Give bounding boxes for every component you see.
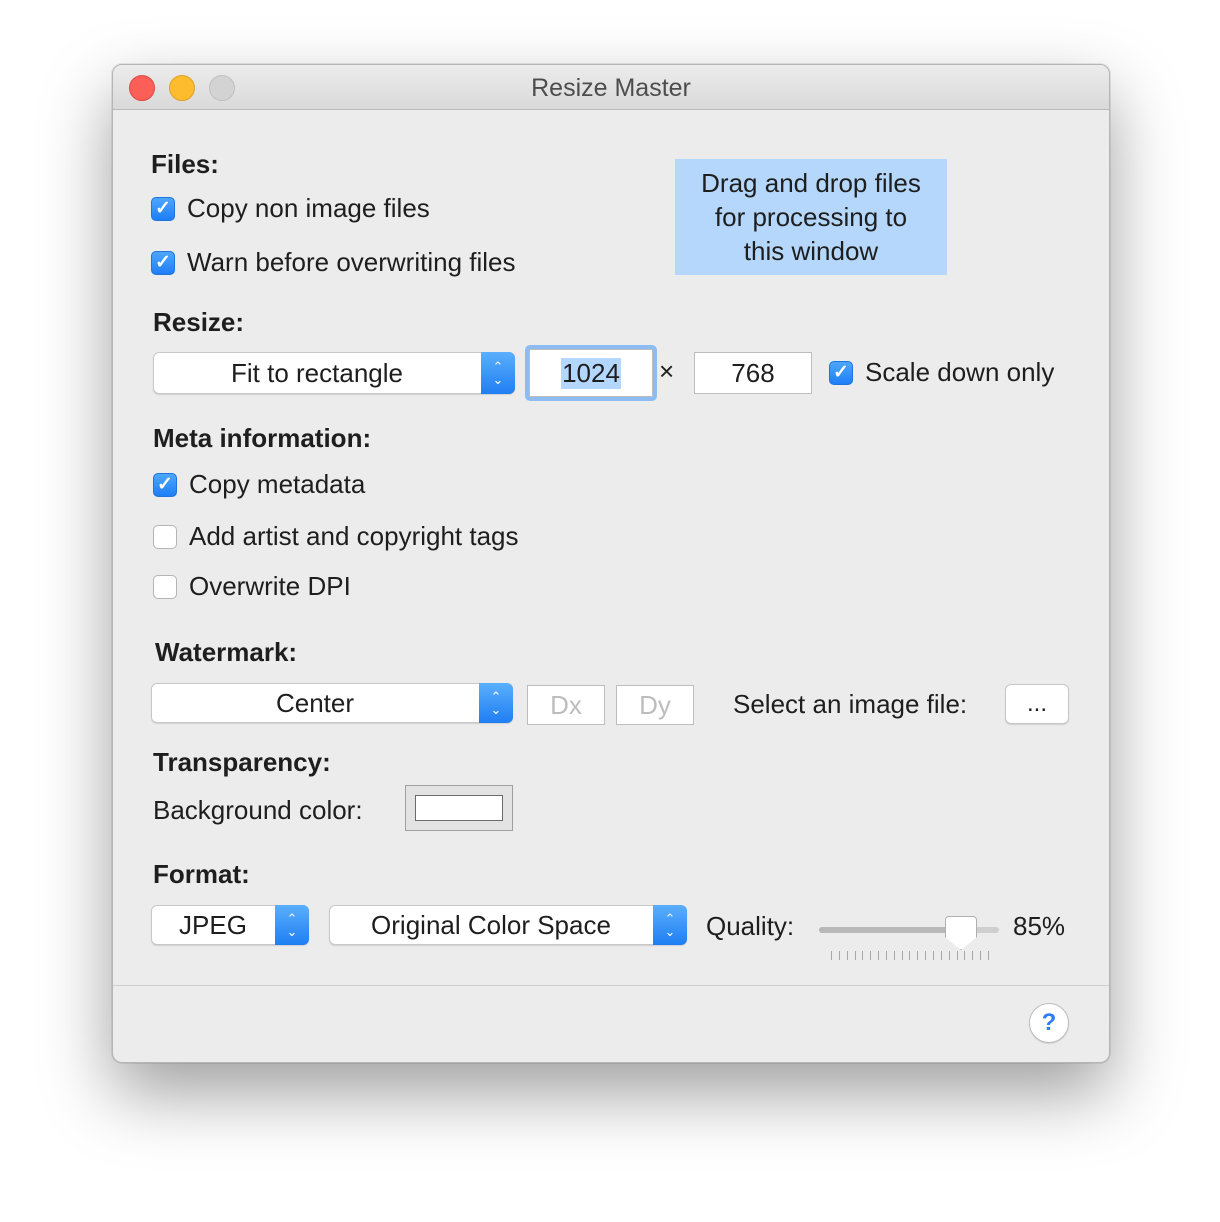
watermark-position-value: Center	[275, 687, 355, 718]
warn-overwrite-label: Warn before overwriting files	[187, 247, 516, 277]
help-button[interactable]: ?	[1029, 1003, 1069, 1043]
select-image-file-label: Select an image file:	[733, 689, 968, 719]
slider-tick	[862, 951, 864, 960]
quality-label: Quality:	[706, 911, 795, 941]
watermark-position-popup[interactable]: Center ⌃ ⌄	[151, 683, 513, 723]
slider-tick	[870, 951, 872, 960]
background-color-label: Background color:	[153, 795, 363, 825]
quality-slider-ticks	[831, 951, 989, 961]
popup-arrows-icon: ⌃ ⌄	[275, 905, 309, 945]
dy-placeholder: Dy	[639, 689, 671, 720]
quality-slider-thumb[interactable]	[945, 916, 977, 950]
slider-tick	[940, 951, 942, 960]
browse-watermark-button[interactable]: ...	[1005, 684, 1069, 724]
slider-tick	[956, 951, 958, 960]
title-bar[interactable]: Resize Master	[113, 65, 1109, 110]
watermark-dy-input[interactable]: Dy	[616, 685, 694, 725]
slider-tick	[838, 951, 840, 960]
drop-zone-line: this window	[743, 236, 879, 266]
resize-master-window: Resize Master Files: ✓ Copy non image fi…	[112, 64, 1110, 1063]
overwrite-dpi-checkbox[interactable]	[153, 574, 177, 599]
artist-copyright-row[interactable]: Add artist and copyright tags	[153, 521, 519, 552]
popup-arrows-icon: ⌃ ⌄	[481, 352, 515, 394]
height-value: 768	[731, 357, 775, 388]
bottom-separator	[113, 985, 1109, 986]
slider-tick	[885, 951, 887, 960]
drop-zone-line: Drag and drop files	[701, 168, 921, 198]
slider-tick	[964, 951, 966, 960]
quality-value: 85%	[1013, 911, 1066, 941]
slider-tick	[893, 951, 895, 960]
slider-tick	[854, 951, 856, 960]
height-input[interactable]: 768	[694, 352, 812, 394]
slider-tick	[909, 951, 911, 960]
slider-tick	[846, 951, 848, 960]
resize-heading: Resize:	[153, 307, 245, 337]
overwrite-dpi-label: Overwrite DPI	[189, 571, 351, 601]
slider-tick	[932, 951, 934, 960]
copy-non-image-files-row[interactable]: ✓ Copy non image files	[151, 193, 430, 224]
slider-tick	[925, 951, 927, 960]
resize-mode-value: Fit to rectangle	[231, 357, 403, 388]
slider-tick	[987, 951, 989, 960]
popup-arrows-icon: ⌃ ⌄	[479, 683, 513, 723]
scale-down-only-checkbox[interactable]: ✓	[829, 360, 853, 385]
scale-down-only-label: Scale down only	[865, 357, 1055, 387]
background-color-swatch	[415, 795, 503, 821]
copy-metadata-checkbox[interactable]: ✓	[153, 472, 177, 497]
artist-copyright-label: Add artist and copyright tags	[189, 521, 519, 551]
format-type-popup[interactable]: JPEG ⌃ ⌄	[151, 905, 309, 945]
slider-tick	[948, 951, 950, 960]
dx-placeholder: Dx	[550, 689, 582, 720]
copy-metadata-label: Copy metadata	[189, 469, 366, 499]
copy-non-image-files-checkbox[interactable]: ✓	[151, 196, 175, 221]
slider-tick	[878, 951, 880, 960]
drop-zone-line: for processing to	[714, 202, 908, 232]
warn-overwrite-checkbox[interactable]: ✓	[151, 250, 175, 275]
copy-non-image-files-label: Copy non image files	[187, 193, 430, 223]
format-heading: Format:	[153, 859, 250, 889]
times-icon: ×	[659, 356, 675, 386]
copy-metadata-row[interactable]: ✓ Copy metadata	[153, 469, 365, 500]
slider-tick	[972, 951, 974, 960]
color-space-value: Original Color Space	[371, 909, 611, 940]
meta-information-heading: Meta information:	[153, 423, 372, 453]
slider-tick	[980, 951, 982, 960]
format-type-value: JPEG	[179, 909, 247, 940]
slider-tick	[901, 951, 903, 960]
drop-zone[interactable]: Drag and drop files for processing to th…	[675, 159, 947, 275]
watermark-heading: Watermark:	[155, 637, 298, 667]
slider-tick	[831, 951, 832, 960]
color-space-popup[interactable]: Original Color Space ⌃ ⌄	[329, 905, 687, 945]
artist-copyright-checkbox[interactable]	[153, 524, 177, 549]
resize-mode-popup[interactable]: Fit to rectangle ⌃ ⌄	[153, 352, 515, 394]
background-color-well[interactable]	[405, 785, 513, 831]
width-input[interactable]: 1024	[529, 349, 653, 397]
watermark-dx-input[interactable]: Dx	[527, 685, 605, 725]
window-title: Resize Master	[531, 74, 691, 102]
scale-down-only-row[interactable]: ✓ Scale down only	[829, 357, 1054, 388]
warn-overwrite-row[interactable]: ✓ Warn before overwriting files	[151, 247, 516, 278]
width-value: 1024	[561, 357, 621, 389]
popup-arrows-icon: ⌃ ⌄	[653, 905, 687, 945]
files-heading: Files:	[151, 149, 219, 179]
transparency-heading: Transparency:	[153, 747, 331, 777]
overwrite-dpi-row[interactable]: Overwrite DPI	[153, 571, 351, 602]
slider-tick	[917, 951, 919, 960]
